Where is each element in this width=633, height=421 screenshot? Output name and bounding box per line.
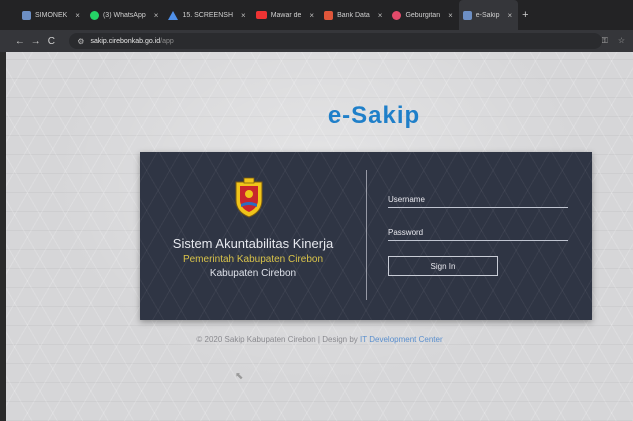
- close-icon[interactable]: ×: [154, 11, 159, 20]
- tab-title: (3) WhatsApp: [102, 11, 146, 19]
- triangle-icon: [168, 10, 179, 20]
- footer-link[interactable]: IT Development Center: [360, 335, 443, 344]
- tab-title: e-Sakip: [475, 11, 500, 19]
- tab-title: Bank Data: [337, 11, 370, 19]
- close-icon[interactable]: ×: [448, 11, 453, 20]
- grid-icon: [324, 10, 334, 20]
- back-button[interactable]: ←: [12, 36, 28, 47]
- close-icon[interactable]: ×: [241, 11, 246, 20]
- tab-bank-data[interactable]: Bank Data ×: [320, 0, 388, 30]
- system-title: Sistem Akuntabilitas Kinerja: [172, 236, 334, 251]
- password-field-wrap: [388, 225, 568, 241]
- tab-title: SIMONEK: [35, 11, 68, 19]
- close-icon[interactable]: ×: [75, 11, 80, 20]
- organization-name: Pemerintah Kabupaten Cirebon: [182, 254, 324, 265]
- mouse-cursor-icon: ⬉: [235, 371, 244, 382]
- close-icon[interactable]: ×: [508, 11, 513, 20]
- tab-title: Mawar de: [270, 11, 302, 19]
- reload-button[interactable]: C: [44, 36, 60, 47]
- tab-esakip[interactable]: e-Sakip ×: [458, 0, 519, 30]
- screen: SIMONEK × (3) WhatsApp × 15. SCREENSH × …: [0, 0, 633, 421]
- footer-text: © 2020 Sakip Kabupaten Cirebon | Design …: [196, 335, 358, 344]
- star-icon[interactable]: ☆: [618, 36, 625, 46]
- url-host: sakip.cirebonkab.go.id: [90, 37, 161, 45]
- forward-button[interactable]: →: [28, 36, 44, 47]
- divider: [366, 170, 367, 300]
- close-icon[interactable]: ×: [309, 11, 314, 20]
- browser-toolbar: ← → C ⚙ sakip.cirebonkab.go.id /app ⚿ ☆: [0, 30, 633, 52]
- tab-title: 15. SCREENSH: [182, 11, 234, 19]
- address-bar[interactable]: ⚙ sakip.cirebonkab.go.id /app: [69, 33, 602, 49]
- tab-whatsapp[interactable]: (3) WhatsApp ×: [86, 0, 164, 30]
- region-name: Kabupaten Cirebon: [209, 268, 297, 279]
- tab-strip: SIMONEK × (3) WhatsApp × 15. SCREENSH × …: [0, 0, 633, 30]
- url-path: /app: [160, 37, 174, 45]
- tab-title: Geburgitan: [405, 11, 441, 19]
- tab-mawar[interactable]: Mawar de ×: [252, 0, 320, 30]
- username-field-wrap: [388, 192, 568, 208]
- site-info-icon[interactable]: ⚙: [77, 37, 84, 46]
- document-icon: [462, 10, 472, 20]
- emblem-icon: [235, 177, 263, 218]
- toolbar-actions: ⚿ ☆: [602, 36, 633, 46]
- badge-icon: [392, 10, 402, 20]
- document-icon: [22, 10, 31, 20]
- tab-screenshot[interactable]: 15. SCREENSH ×: [164, 0, 251, 30]
- page-content: e-Sakip Sistem Akuntabilitas Kinerja Pem…: [6, 52, 633, 421]
- footer: © 2020 Sakip Kabupaten Cirebon | Design …: [6, 335, 633, 344]
- login-panel: Sistem Akuntabilitas Kinerja Pemerintah …: [140, 152, 592, 320]
- whatsapp-icon: [89, 10, 99, 20]
- new-tab-button[interactable]: +: [522, 9, 528, 21]
- sign-in-button[interactable]: Sign In: [388, 256, 498, 276]
- page-title: e-Sakip: [327, 102, 421, 129]
- youtube-icon: [255, 11, 267, 19]
- password-input[interactable]: [388, 228, 568, 237]
- tab-simonek[interactable]: SIMONEK ×: [18, 0, 86, 30]
- close-icon[interactable]: ×: [378, 11, 383, 20]
- key-icon[interactable]: ⚿: [602, 36, 608, 46]
- username-input[interactable]: [388, 195, 568, 204]
- tab-geburgitan[interactable]: Geburgitan ×: [388, 0, 458, 30]
